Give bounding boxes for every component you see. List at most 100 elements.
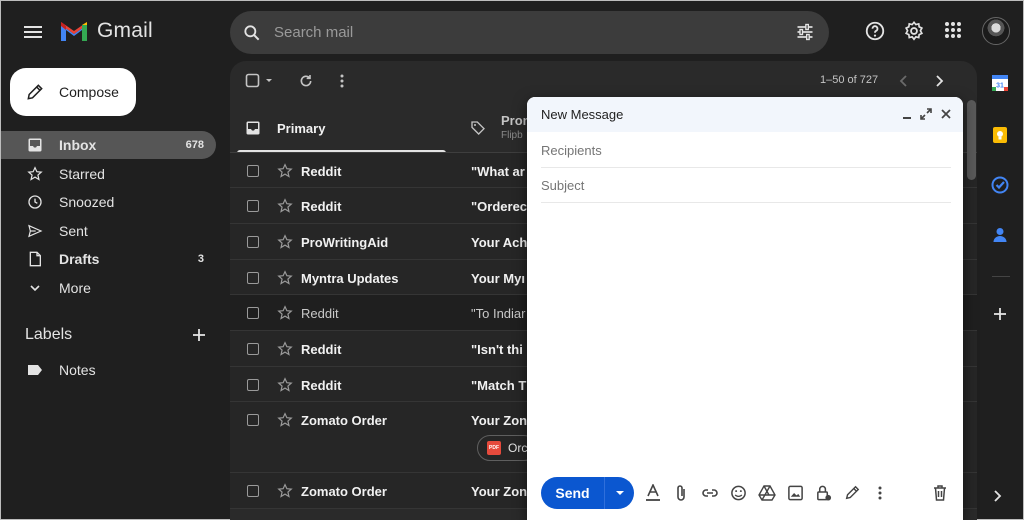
row-checkbox[interactable] bbox=[247, 236, 259, 248]
email-sender: Reddit bbox=[301, 164, 342, 179]
inbox-icon bbox=[246, 121, 260, 135]
calendar-icon: 31 bbox=[992, 75, 1008, 91]
more-send-options-button[interactable] bbox=[605, 489, 634, 497]
row-checkbox[interactable] bbox=[247, 379, 259, 391]
email-subject: "To Indiar bbox=[471, 306, 526, 321]
email-sender: Zomato Order bbox=[301, 484, 387, 499]
star-icon[interactable] bbox=[277, 377, 293, 393]
star-icon[interactable] bbox=[277, 305, 293, 321]
signature-icon[interactable] bbox=[844, 484, 860, 502]
sidebar-item-drafts[interactable]: Drafts 3 bbox=[1, 245, 216, 273]
search-input[interactable] bbox=[274, 24, 774, 41]
mail-list-scrollbar[interactable] bbox=[967, 100, 976, 180]
pdf-icon: PDF bbox=[487, 441, 501, 455]
account-avatar[interactable] bbox=[982, 17, 1010, 45]
discard-draft-icon[interactable] bbox=[932, 484, 948, 502]
newer-button[interactable] bbox=[898, 74, 910, 88]
send-button[interactable]: Send bbox=[541, 477, 634, 509]
sidebar-item-sent[interactable]: Sent bbox=[1, 217, 216, 245]
email-sender: Reddit bbox=[301, 342, 342, 357]
svg-text:31: 31 bbox=[996, 83, 1004, 90]
new-message-header[interactable]: New Message bbox=[527, 97, 963, 132]
show-side-panel-button[interactable] bbox=[991, 488, 1011, 508]
contacts-app-button[interactable] bbox=[991, 226, 1011, 246]
close-icon[interactable] bbox=[939, 107, 953, 121]
select-all-checkbox[interactable] bbox=[245, 72, 275, 90]
sidebar-item-snoozed[interactable]: Snoozed bbox=[1, 188, 216, 216]
calendar-app-button[interactable]: 31 bbox=[991, 74, 1011, 94]
compose-button[interactable]: Compose bbox=[10, 68, 136, 116]
plus-icon bbox=[994, 308, 1006, 320]
star-icon[interactable] bbox=[277, 412, 293, 428]
star-icon[interactable] bbox=[277, 234, 293, 250]
keep-app-button[interactable] bbox=[991, 126, 1011, 146]
labels-heading: Labels bbox=[25, 326, 73, 343]
search-bar[interactable] bbox=[230, 11, 829, 54]
app-name: Gmail bbox=[97, 19, 153, 42]
older-button[interactable] bbox=[933, 74, 945, 88]
row-checkbox[interactable] bbox=[247, 414, 259, 426]
formatting-options-icon[interactable] bbox=[645, 484, 661, 502]
label-icon bbox=[28, 365, 42, 375]
main-menu-button[interactable] bbox=[21, 20, 47, 44]
star-icon[interactable] bbox=[277, 483, 293, 499]
more-options-icon[interactable] bbox=[876, 484, 884, 502]
message-body[interactable] bbox=[541, 209, 951, 467]
more-vert-icon bbox=[340, 74, 344, 88]
sidebar-item-starred[interactable]: Starred bbox=[1, 160, 216, 188]
attach-icon[interactable] bbox=[674, 484, 688, 502]
sidebar-label-notes[interactable]: Notes bbox=[1, 356, 216, 384]
gmail-logo[interactable]: Gmail bbox=[59, 19, 153, 43]
star-icon[interactable] bbox=[277, 198, 293, 214]
minimize-icon[interactable] bbox=[901, 107, 913, 121]
plus-icon bbox=[193, 329, 205, 341]
row-checkbox[interactable] bbox=[247, 272, 259, 284]
attachment-name: Orc bbox=[508, 441, 528, 455]
new-message-title: New Message bbox=[541, 107, 624, 122]
row-checkbox[interactable] bbox=[247, 200, 259, 212]
rail-divider bbox=[992, 276, 1010, 277]
drafts-count: 3 bbox=[197, 253, 204, 265]
row-checkbox[interactable] bbox=[247, 485, 259, 497]
tab-promotions[interactable]: Prom Flipb bbox=[470, 103, 534, 153]
expand-icon[interactable] bbox=[919, 107, 933, 121]
row-checkbox[interactable] bbox=[247, 165, 259, 177]
refresh-button[interactable] bbox=[298, 73, 314, 89]
email-subject: Your Ach bbox=[471, 235, 528, 250]
sidebar-item-inbox[interactable]: Inbox 678 bbox=[1, 131, 216, 159]
search-options-icon[interactable] bbox=[795, 22, 815, 42]
sidebar-item-label: Sent bbox=[59, 223, 88, 239]
apps-button[interactable] bbox=[943, 20, 967, 44]
link-icon[interactable] bbox=[701, 484, 719, 502]
star-icon[interactable] bbox=[277, 163, 293, 179]
recipients-input[interactable] bbox=[541, 134, 951, 167]
tasks-icon bbox=[991, 176, 1009, 194]
insert-photo-icon[interactable] bbox=[787, 484, 804, 502]
settings-button[interactable] bbox=[903, 20, 927, 44]
row-checkbox[interactable] bbox=[247, 307, 259, 319]
refresh-icon bbox=[300, 75, 312, 87]
subject-field[interactable] bbox=[541, 169, 951, 203]
tab-primary[interactable]: Primary bbox=[245, 103, 325, 153]
sidebar-item-more[interactable]: More bbox=[1, 274, 216, 302]
drive-icon[interactable] bbox=[758, 484, 776, 502]
recipients-field[interactable] bbox=[541, 134, 951, 168]
search-icon[interactable] bbox=[242, 23, 262, 43]
confidential-mode-icon[interactable] bbox=[815, 484, 832, 502]
email-subject: Your Myı bbox=[471, 271, 525, 286]
create-label-button[interactable] bbox=[191, 327, 207, 343]
row-checkbox[interactable] bbox=[247, 343, 259, 355]
email-sender: Zomato Order bbox=[301, 413, 387, 428]
email-sender: ProWritingAid bbox=[301, 235, 389, 250]
file-icon bbox=[29, 251, 41, 267]
emoji-icon[interactable] bbox=[730, 484, 747, 502]
support-button[interactable] bbox=[864, 20, 888, 44]
get-addons-button[interactable] bbox=[991, 305, 1011, 325]
subject-input[interactable] bbox=[541, 169, 951, 202]
tasks-app-button[interactable] bbox=[991, 176, 1011, 196]
email-subject: "What ar bbox=[471, 164, 525, 179]
star-icon[interactable] bbox=[277, 341, 293, 357]
email-subject: "Match T bbox=[471, 378, 527, 393]
more-actions-button[interactable] bbox=[336, 73, 348, 89]
star-icon[interactable] bbox=[277, 270, 293, 286]
